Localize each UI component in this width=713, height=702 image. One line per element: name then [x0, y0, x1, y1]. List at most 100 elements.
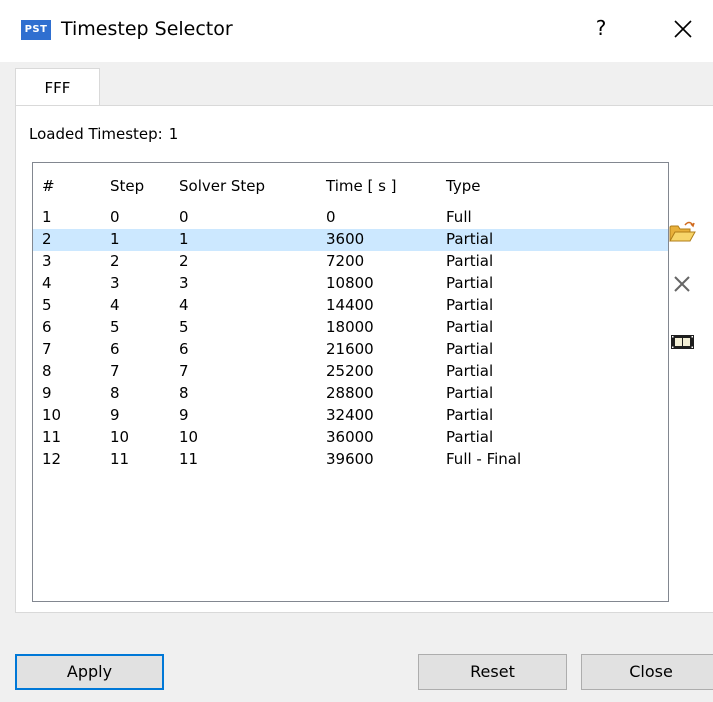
app-icon: PST	[21, 20, 51, 40]
cell-time: 7200	[326, 252, 365, 270]
cell-step: 0	[110, 208, 120, 226]
cell-step: 11	[110, 450, 130, 468]
cell-step: 7	[110, 362, 120, 380]
cell-index: 1	[42, 208, 52, 226]
loaded-timestep: Loaded Timestep: 1	[29, 125, 178, 143]
cell-type: Partial	[446, 318, 494, 336]
tab-fff[interactable]: FFF	[15, 68, 100, 106]
cell-type: Full - Final	[446, 450, 522, 468]
reset-button[interactable]: Reset	[418, 654, 567, 690]
column-header-index[interactable]: #	[42, 177, 55, 195]
table-header: # Step Solver Step Time [ s ] Type	[33, 163, 668, 207]
cell-index: 7	[42, 340, 52, 358]
cell-step: 6	[110, 340, 120, 358]
cell-type: Partial	[446, 252, 494, 270]
table-row[interactable]: 5 4 4 14400 Partial	[33, 295, 668, 317]
cell-type: Partial	[446, 230, 494, 248]
help-button[interactable]: ?	[588, 16, 614, 40]
cell-step: 5	[110, 318, 120, 336]
cell-solver-step: 4	[179, 296, 189, 314]
cell-solver-step: 9	[179, 406, 189, 424]
column-header-time[interactable]: Time [ s ]	[326, 177, 397, 195]
loaded-timestep-label: Loaded Timestep:	[29, 125, 163, 143]
cell-index: 10	[42, 406, 62, 424]
cell-index: 2	[42, 230, 52, 248]
cell-time: 14400	[326, 296, 374, 314]
cell-time: 39600	[326, 450, 374, 468]
window-title: Timestep Selector	[61, 18, 233, 40]
close-window-button[interactable]	[668, 14, 698, 44]
table-row[interactable]: 1 0 0 0 Full	[33, 207, 668, 229]
cell-type: Partial	[446, 296, 494, 314]
cell-index: 9	[42, 384, 52, 402]
cell-step: 8	[110, 384, 120, 402]
delete-icon	[674, 276, 690, 292]
table-body: 1 0 0 0 Full 2 1 1 3600 Partial 3 2 2 7200 Partial 4 3 3 1…	[33, 207, 668, 471]
cell-index: 4	[42, 274, 52, 292]
cell-solver-step: 11	[179, 450, 199, 468]
cell-step: 4	[110, 296, 120, 314]
cell-index: 8	[42, 362, 52, 380]
film-icon	[671, 335, 694, 349]
cell-time: 10800	[326, 274, 374, 292]
cell-type: Partial	[446, 384, 494, 402]
cell-step: 9	[110, 406, 120, 424]
cell-step: 1	[110, 230, 120, 248]
cell-step: 2	[110, 252, 120, 270]
cell-index: 12	[42, 450, 62, 468]
apply-button[interactable]: Apply	[15, 654, 164, 690]
cell-type: Partial	[446, 274, 494, 292]
cell-solver-step: 0	[179, 208, 189, 226]
table-row[interactable]: 3 2 2 7200 Partial	[33, 251, 668, 273]
cell-solver-step: 5	[179, 318, 189, 336]
cell-solver-step: 2	[179, 252, 189, 270]
cell-type: Full	[446, 208, 472, 226]
table-row[interactable]: 7 6 6 21600 Partial	[33, 339, 668, 361]
close-button[interactable]: Close	[581, 654, 713, 690]
cell-time: 36000	[326, 428, 374, 446]
cell-solver-step: 6	[179, 340, 189, 358]
cell-solver-step: 1	[179, 230, 189, 248]
cell-time: 18000	[326, 318, 374, 336]
open-folder-button[interactable]	[667, 219, 697, 245]
cell-type: Partial	[446, 406, 494, 424]
table-row[interactable]: 11 10 10 36000 Partial	[33, 427, 668, 449]
column-header-step[interactable]: Step	[110, 177, 144, 195]
cell-time: 32400	[326, 406, 374, 424]
animate-button[interactable]	[667, 329, 697, 355]
close-icon	[674, 20, 692, 38]
table-row[interactable]: 9 8 8 28800 Partial	[33, 383, 668, 405]
cell-solver-step: 8	[179, 384, 189, 402]
cell-type: Partial	[446, 362, 494, 380]
cell-step: 10	[110, 428, 130, 446]
cell-type: Partial	[446, 340, 494, 358]
cell-index: 5	[42, 296, 52, 314]
table-row[interactable]: 2 1 1 3600 Partial	[33, 229, 668, 251]
column-header-solver-step[interactable]: Solver Step	[179, 177, 265, 195]
cell-index: 11	[42, 428, 62, 446]
table-row[interactable]: 12 11 11 39600 Full - Final	[33, 449, 668, 471]
cell-type: Partial	[446, 428, 494, 446]
loaded-timestep-value: 1	[168, 125, 179, 143]
column-header-type[interactable]: Type	[446, 177, 480, 195]
table-row[interactable]: 4 3 3 10800 Partial	[33, 273, 668, 295]
cell-solver-step: 3	[179, 274, 189, 292]
cell-time: 25200	[326, 362, 374, 380]
open-folder-icon	[669, 221, 696, 242]
timestep-table[interactable]: # Step Solver Step Time [ s ] Type 1000F…	[32, 162, 669, 602]
table-row[interactable]: 8 7 7 25200 Partial	[33, 361, 668, 383]
cell-step: 3	[110, 274, 120, 292]
tab-panel: Loaded Timestep: 1 # Step Solver Step Tim…	[15, 105, 713, 613]
table-row[interactable]: 6 5 5 18000 Partial	[33, 317, 668, 339]
cell-time: 28800	[326, 384, 374, 402]
delete-button[interactable]	[667, 271, 697, 297]
title-bar: PST Timestep Selector ?	[0, 0, 713, 62]
cell-time: 21600	[326, 340, 374, 358]
cell-index: 6	[42, 318, 52, 336]
table-row[interactable]: 10 9 9 32400 Partial	[33, 405, 668, 427]
cell-time: 3600	[326, 230, 365, 248]
cell-solver-step: 7	[179, 362, 189, 380]
cell-solver-step: 10	[179, 428, 199, 446]
cell-index: 3	[42, 252, 52, 270]
cell-time: 0	[326, 208, 336, 226]
